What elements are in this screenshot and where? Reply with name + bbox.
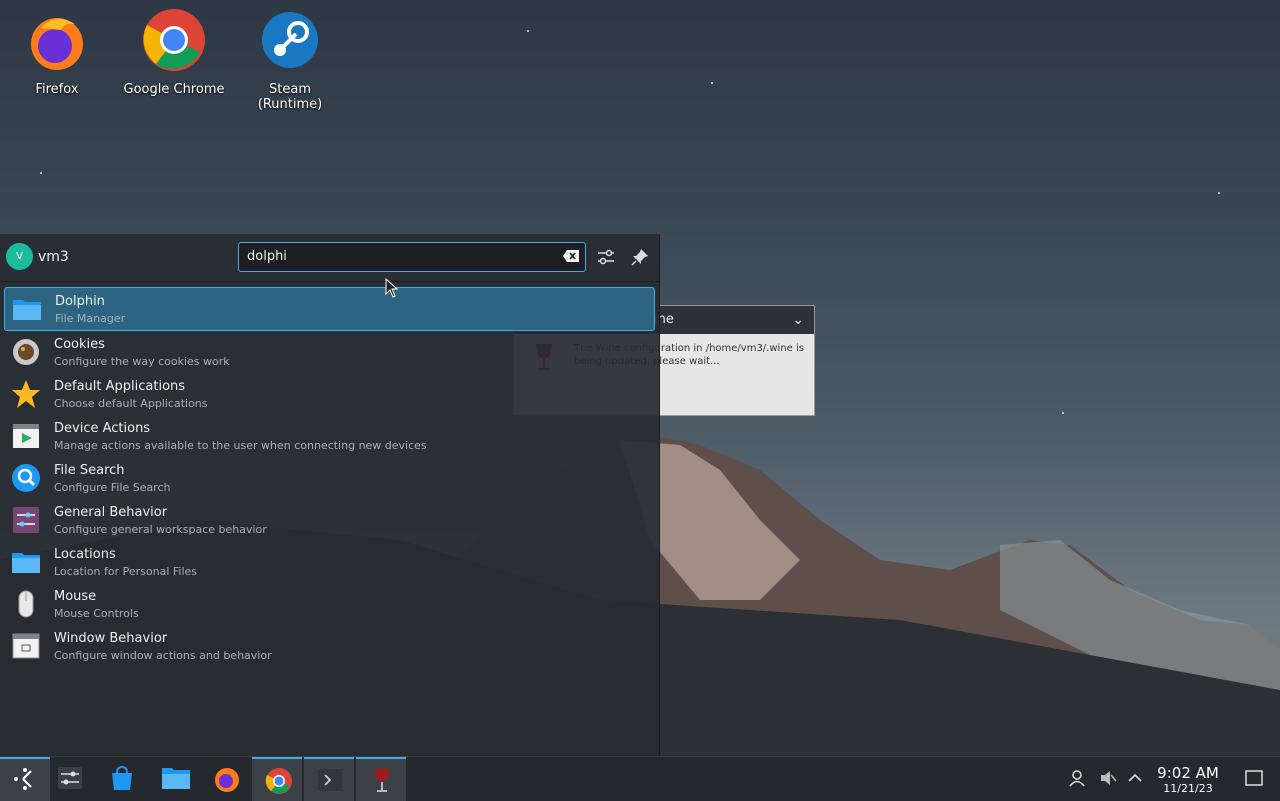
avatar[interactable]: V [6,243,33,270]
search-field[interactable] [238,242,586,272]
item-subtitle: Configure File Search [54,481,171,494]
item-subtitle: Mouse Controls [54,607,139,620]
star [711,82,713,84]
item-subtitle: Manage actions available to the user whe… [54,439,427,452]
application-launcher-button[interactable] [0,757,50,801]
list-item[interactable]: Dolphin File Manager [4,287,655,331]
kde-launcher-icon [14,768,32,790]
chrome-icon [143,9,205,71]
volume-muted-icon[interactable] [1099,769,1117,787]
item-subtitle: Configure the way cookies work [54,355,230,368]
list-item[interactable]: Default Applications Choose default Appl… [4,373,655,415]
mouse-icon [18,590,34,618]
search-input[interactable] [245,248,549,265]
desktop-icon-chrome[interactable]: Google Chrome [119,8,229,97]
list-item[interactable]: Locations Location for Personal Files [4,541,655,583]
star [527,30,529,32]
item-title: Default Applications [54,379,186,394]
item-title: Device Actions [54,421,151,436]
folder-icon [162,768,190,789]
chevron-up-icon[interactable] [1126,769,1144,787]
item-title: Cookies [54,337,105,352]
taskbar-terminal[interactable] [304,757,354,801]
show-desktop-icon[interactable] [1245,769,1263,787]
item-title: Mouse [54,589,97,604]
star [1062,412,1064,414]
taskbar-dolphin[interactable] [148,757,198,801]
application-launcher: V vm3 Dolphin File Manager [0,234,660,756]
window-behavior-icon [12,633,40,659]
clock-date: 11/21/23 [1163,782,1213,795]
desktop-icon-label: Google Chrome [123,82,225,97]
list-item[interactable]: Mouse Mouse Controls [4,583,655,625]
user-icon[interactable] [1068,769,1086,787]
firefox-icon [31,18,83,70]
pin-icon[interactable] [629,246,651,268]
user-name: vm3 [38,249,69,265]
taskbar-wine[interactable] [356,757,406,801]
list-item[interactable]: Device Actions Manage actions available … [4,415,655,457]
taskbar-firefox[interactable] [200,757,250,801]
file-search-icon [12,464,40,492]
taskbar-discover[interactable] [96,757,146,801]
general-behavior-icon [13,507,39,533]
list-item[interactable]: Cookies Configure the way cookies work [4,331,655,373]
item-subtitle: Configure general workspace behavior [54,523,267,536]
star [1218,192,1220,194]
results-list: Dolphin File Manager Cookies Configure t… [0,287,659,667]
clear-icon[interactable] [563,250,579,262]
star-icon [12,380,40,408]
launcher-header: V vm3 [0,234,659,282]
mouse-cursor-icon [385,278,399,298]
item-subtitle: Location for Personal Files [54,565,198,578]
list-item[interactable]: General Behavior Configure general works… [4,499,655,541]
firefox-icon [215,768,239,792]
desktop-icon-label: Steam (Runtime) [257,82,323,112]
folder-icon [13,300,41,320]
device-actions-icon [13,424,39,448]
folder-icon [12,553,40,573]
taskbar: 9:02 AM 11/21/23 [0,756,1280,801]
item-subtitle: Choose default Applications [54,397,208,410]
chevron-down-icon[interactable]: ⌄ [792,306,804,334]
list-item[interactable]: File Search Configure File Search [4,457,655,499]
item-title: File Search [54,463,125,478]
taskbar-chrome[interactable] [252,757,302,801]
terminal-icon [318,769,342,791]
item-title: General Behavior [54,505,168,520]
item-title: Locations [54,547,116,562]
wine-glass-icon [375,769,389,792]
item-title: Dolphin [55,294,105,309]
item-subtitle: File Manager [55,312,126,325]
cookie-icon [13,339,39,365]
clock-time: 9:02 AM [1157,764,1219,782]
steam-icon [262,12,318,68]
desktop-icon-firefox[interactable]: Firefox [2,8,112,97]
list-item[interactable]: Window Behavior Configure window actions… [4,625,655,667]
discover-store-icon [112,765,132,790]
settings-sliders-icon[interactable] [595,246,617,268]
taskbar-system-settings[interactable] [44,757,94,801]
system-settings-icon [58,767,82,789]
star [40,172,42,174]
item-title: Window Behavior [54,631,168,646]
desktop-icon-label: Firefox [35,82,79,97]
desktop-icon-steam[interactable]: Steam (Runtime) [235,8,345,112]
clock[interactable]: 9:02 AM 11/21/23 [1152,764,1224,795]
item-subtitle: Configure window actions and behavior [54,649,272,662]
chrome-icon [265,768,292,794]
